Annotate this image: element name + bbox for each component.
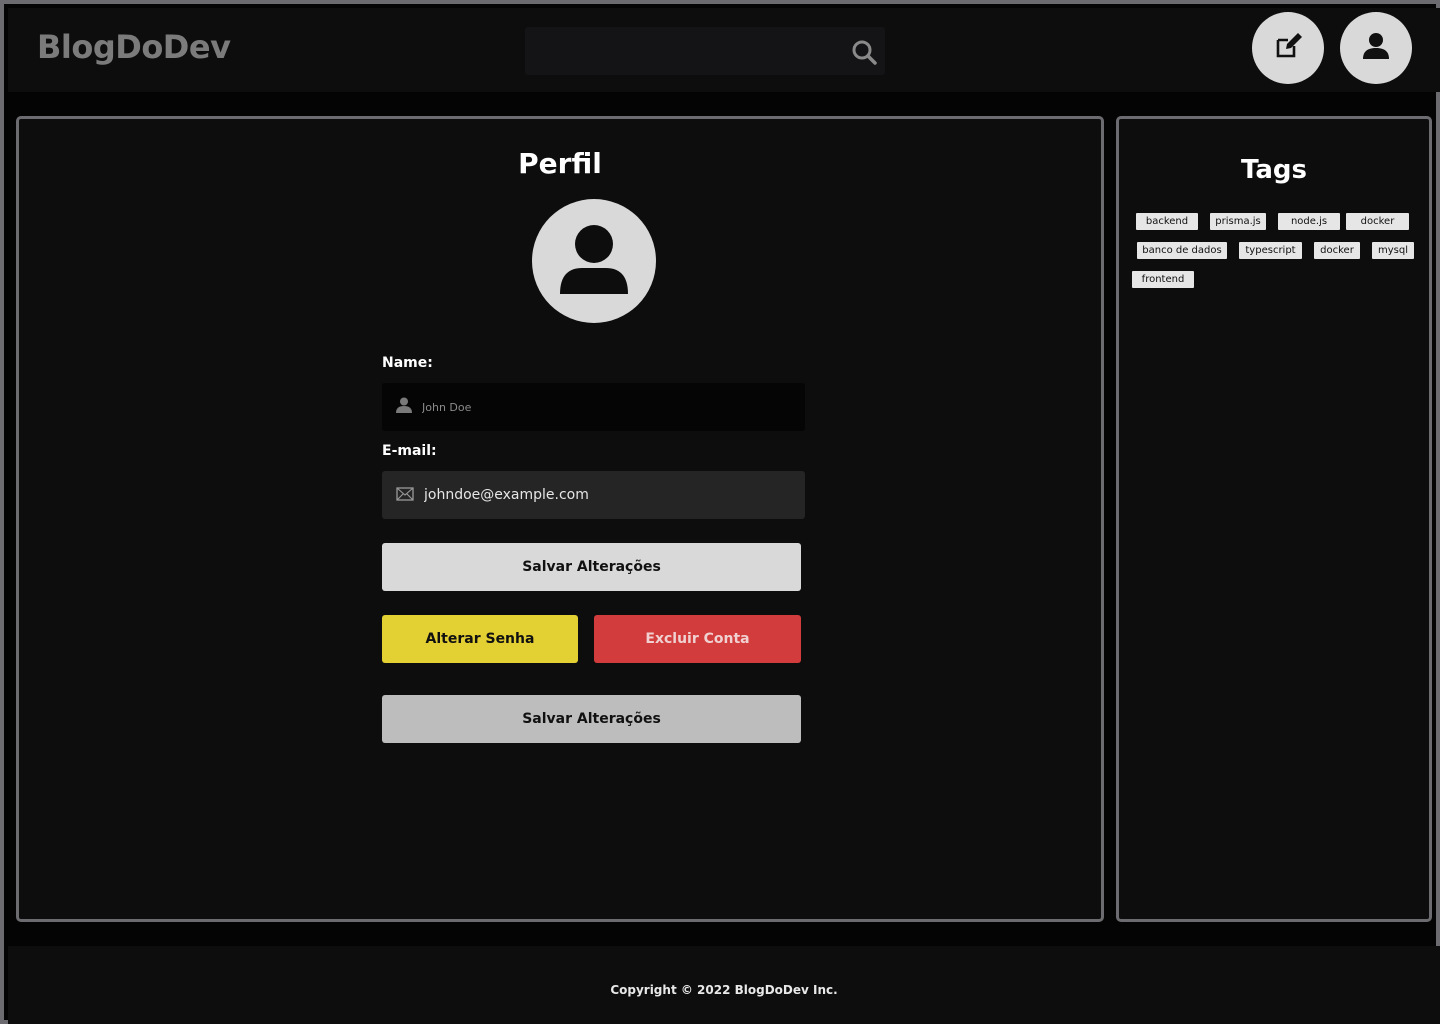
name-input[interactable]	[422, 400, 782, 414]
tag-item[interactable]: mysql	[1372, 242, 1414, 259]
copyright-text: Copyright © 2022 BlogDoDev Inc.	[610, 983, 838, 997]
name-label: Name:	[382, 355, 433, 371]
edit-icon	[1274, 32, 1302, 64]
new-post-button[interactable]	[1252, 12, 1324, 84]
app-frame: BlogDoDev Perfil Name: John Doe E-mail: …	[0, 0, 1440, 1024]
email-field[interactable]	[382, 471, 805, 519]
email-label: E-mail:	[382, 443, 437, 459]
avatar[interactable]	[532, 199, 656, 323]
tag-item[interactable]: prisma.js	[1210, 213, 1266, 230]
name-field[interactable]	[382, 383, 805, 431]
search-icon[interactable]	[851, 39, 877, 65]
page-title: Perfil	[518, 147, 602, 180]
footer: Copyright © 2022 BlogDoDev Inc.	[8, 946, 1440, 1024]
tag-item[interactable]: backend	[1136, 213, 1198, 230]
delete-account-button[interactable]: Excluir Conta	[594, 615, 801, 663]
save-button-secondary[interactable]: Salvar Alterações	[382, 695, 801, 743]
tag-item[interactable]: docker	[1346, 213, 1409, 230]
user-icon	[396, 397, 412, 417]
tag-item[interactable]: docker	[1314, 242, 1360, 259]
search-bar[interactable]	[525, 27, 885, 75]
user-icon	[558, 223, 630, 299]
change-password-button[interactable]: Alterar Senha	[382, 615, 578, 663]
tag-item[interactable]: node.js	[1278, 213, 1340, 230]
profile-panel: Perfil Name: E-mail:	[16, 116, 1104, 922]
save-button[interactable]: Salvar Alterações	[382, 543, 801, 591]
email-input[interactable]	[424, 487, 784, 503]
tag-item[interactable]: frontend	[1132, 271, 1194, 288]
tag-item[interactable]: typescript	[1239, 242, 1302, 259]
header: BlogDoDev	[8, 8, 1440, 92]
mail-icon	[396, 486, 414, 505]
user-icon	[1362, 32, 1390, 64]
tags-panel: Tags backend prisma.js node.js docker ba…	[1116, 116, 1432, 922]
tag-item[interactable]: banco de dados	[1137, 242, 1227, 259]
search-input[interactable]	[535, 27, 835, 75]
tags-title: Tags	[1240, 155, 1307, 185]
logo[interactable]: BlogDoDev	[37, 28, 231, 66]
profile-button[interactable]	[1340, 12, 1412, 84]
